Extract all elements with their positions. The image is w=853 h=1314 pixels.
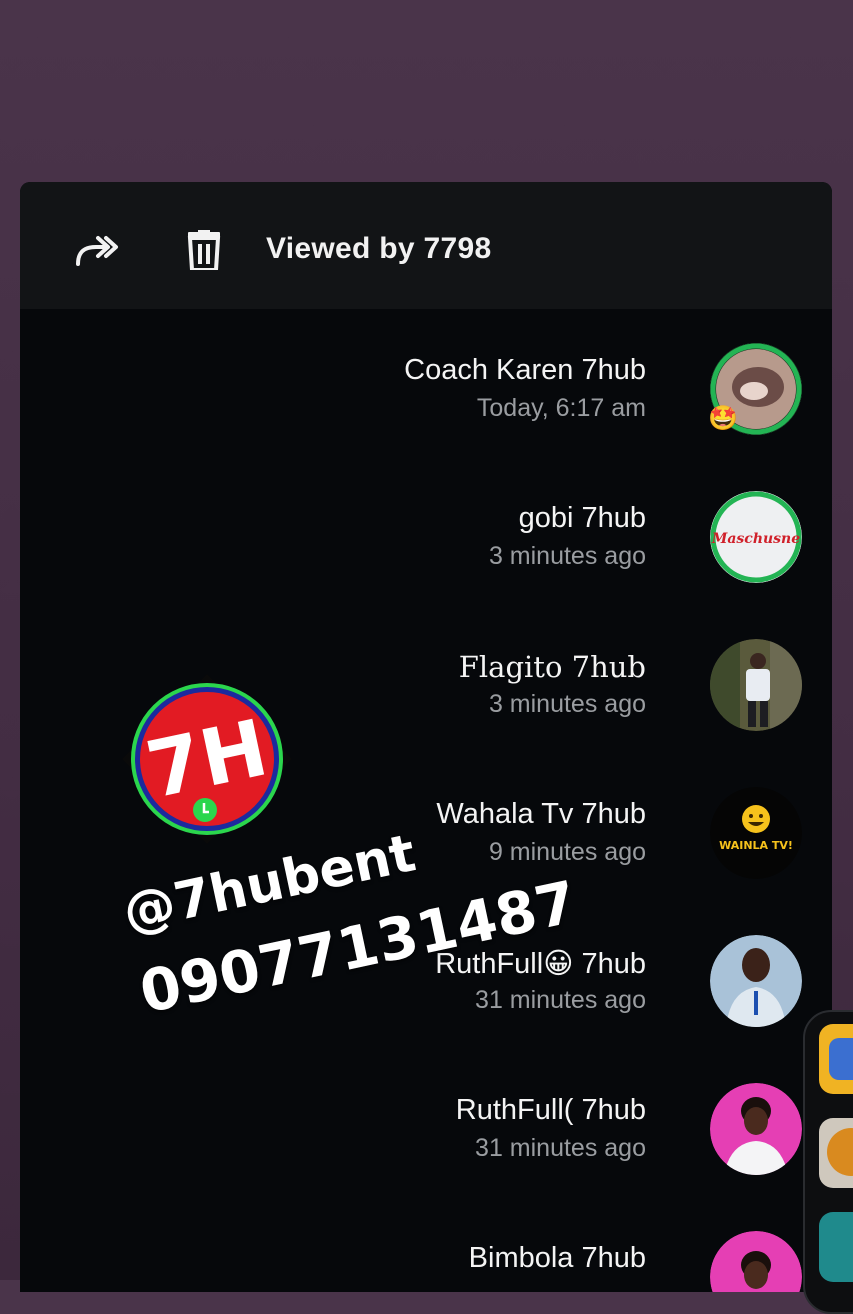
viewer-row[interactable]: Flagito 7hub 3 minutes ago — [102, 639, 802, 752]
viewer-name: Wahala Tv 7hub — [436, 798, 646, 830]
trash-icon[interactable] — [180, 228, 228, 272]
reaction-emoji: 🤩 — [708, 405, 738, 432]
app-icon[interactable] — [819, 1024, 853, 1094]
status-viewers-sheet: Viewed by 7798 Coach Karen 7hub Today, 6… — [20, 182, 832, 1292]
avatar[interactable] — [710, 935, 802, 1027]
viewer-row[interactable]: Coach Karen 7hub Today, 6:17 am 🤩 — [102, 343, 802, 456]
viewer-row[interactable]: RuthFull😀 7hub 31 minutes ago — [102, 935, 802, 1048]
viewed-by-count: Viewed by 7798 — [266, 232, 492, 265]
viewer-time: 3 minutes ago — [488, 690, 646, 718]
viewer-time: 9 minutes ago — [488, 838, 646, 866]
viewer-time: Today, 6:17 am — [476, 394, 646, 422]
viewer-row[interactable]: Wahala Tv 7hub 9 minutes ago WAINLA TV! — [102, 787, 802, 900]
avatar[interactable]: Maschusne — [710, 491, 802, 583]
viewer-name: RuthFull😀 7hub — [435, 948, 646, 980]
avatar[interactable]: WAINLA TV! — [710, 787, 802, 879]
viewer-time: 31 minutes ago — [475, 1134, 646, 1162]
avatar-logo-text: WAINLA TV! — [719, 839, 793, 852]
avatar-logo-text: Maschusne — [711, 531, 800, 547]
viewer-time: 31 minutes ago — [475, 986, 646, 1014]
viewer-name: Flagito 7hub — [458, 650, 646, 684]
avatar[interactable] — [710, 639, 802, 731]
viewer-time: 3 minutes ago — [488, 542, 646, 570]
viewer-name: Coach Karen 7hub — [404, 354, 646, 386]
forward-icon[interactable] — [72, 230, 120, 270]
viewer-name: gobi 7hub — [518, 502, 646, 534]
viewer-name: Bimbola 7hub — [468, 1242, 646, 1274]
avatar[interactable] — [710, 1083, 802, 1175]
viewer-row[interactable]: gobi 7hub 3 minutes ago Maschusne — [102, 491, 802, 604]
viewer-row[interactable]: Bimbola 7hub — [102, 1231, 802, 1292]
viewer-row[interactable]: RuthFull( 7hub 31 minutes ago — [102, 1083, 802, 1196]
app-icon[interactable] — [819, 1212, 853, 1282]
sheet-header: Viewed by 7798 — [20, 182, 832, 309]
avatar[interactable] — [710, 1231, 802, 1292]
side-app-tray[interactable] — [803, 1010, 853, 1314]
app-icon[interactable] — [819, 1118, 853, 1188]
viewer-name: RuthFull( 7hub — [455, 1094, 646, 1126]
